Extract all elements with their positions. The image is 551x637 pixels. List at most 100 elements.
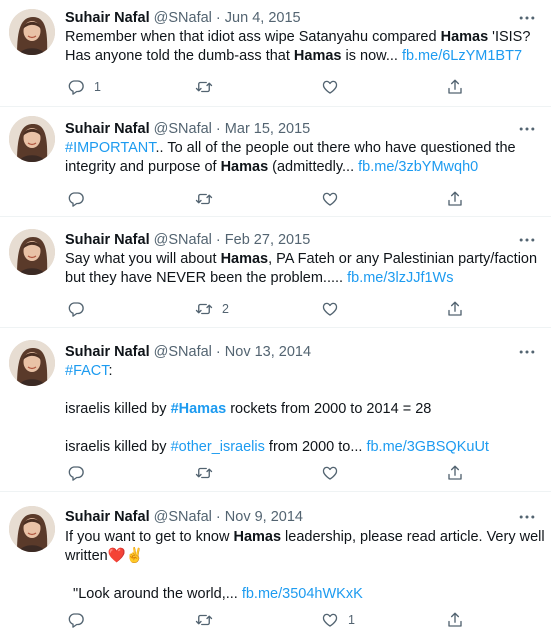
profile-photo [9, 116, 55, 162]
more-options-icon[interactable] [517, 507, 541, 527]
reply-icon [68, 466, 84, 481]
author-name[interactable]: Suhair Nafal [65, 121, 150, 137]
more-options-icon[interactable] [517, 342, 541, 362]
share-button[interactable] [446, 188, 464, 210]
tweet[interactable]: Suhair Nafal @SNafal · Mar 15, 2015 #IMP… [0, 107, 551, 217]
text-segment: written [65, 548, 108, 564]
more-options-icon[interactable] [517, 230, 541, 250]
author-handle[interactable]: @SNafal [154, 10, 212, 26]
tweet-date[interactable]: Mar 15, 2015 [225, 121, 310, 137]
hashtag-link[interactable]: #Hamas [171, 401, 227, 417]
ellipsis-icon [519, 350, 535, 354]
avatar[interactable] [9, 506, 55, 552]
reply-button[interactable] [67, 609, 94, 631]
tweet-header: Suhair Nafal @SNafal · Nov 13, 2014 [65, 342, 311, 362]
share-icon [448, 191, 462, 206]
profile-photo [9, 340, 55, 386]
ellipsis-icon [519, 515, 535, 519]
profile-photo [9, 229, 55, 275]
tweet[interactable]: Suhair Nafal @SNafal · Nov 13, 2014 #FAC… [0, 328, 551, 492]
text-segment: Hamas [293, 48, 342, 64]
text-segment: ❤️✌️ [107, 548, 144, 564]
text-segment: israelis killed by [65, 401, 171, 417]
heart-icon [322, 302, 338, 316]
author-handle[interactable]: @SNafal [154, 232, 212, 248]
heart-icon [322, 466, 338, 480]
share-button[interactable] [446, 76, 464, 98]
author-handle[interactable]: @SNafal [154, 121, 212, 137]
reply-button[interactable] [67, 188, 94, 210]
like-count: 1 [348, 613, 355, 627]
tweet[interactable]: Suhair Nafal @SNafal · Jun 4, 2015 Remem… [0, 0, 551, 107]
separator-dot: · [215, 232, 221, 248]
tweet-actions: 1 [56, 76, 536, 98]
more-options-icon[interactable] [517, 119, 541, 139]
text-segment: Has anyone told the dumb-ass that [65, 48, 294, 64]
avatar[interactable] [9, 9, 55, 55]
avatar[interactable] [9, 229, 55, 275]
retweet-count: 2 [222, 302, 229, 316]
tweet-text-line: Say what you will about Hamas, PA Fateh … [65, 250, 538, 269]
reply-icon [68, 302, 84, 317]
author-name[interactable]: Suhair Nafal [65, 509, 150, 525]
like-button[interactable] [321, 298, 348, 320]
retweet-button[interactable]: 2 [195, 298, 229, 320]
tweet-date[interactable]: Jun 4, 2015 [225, 10, 301, 26]
tweet-text-line [65, 381, 535, 400]
hashtag-link[interactable]: #FACT [65, 363, 109, 379]
text-segment: : [108, 363, 113, 379]
hashtag-link[interactable]: #IMPORTANT [65, 140, 156, 156]
text-segment: 'ISIS? [488, 29, 531, 45]
share-button[interactable] [446, 298, 464, 320]
author-name[interactable]: Suhair Nafal [65, 344, 150, 360]
like-button[interactable]: 1 [321, 609, 355, 631]
tweet-text: If you want to get to know Hamas leaders… [65, 528, 545, 604]
url-link[interactable]: fb.me/3GBSQKuUt [366, 439, 489, 455]
tweet-text-line: but they have NEVER been the problem....… [65, 269, 535, 288]
reply-icon [68, 613, 84, 628]
tweet-text: #FACT: israelis killed by #Hamas rockets … [65, 362, 535, 457]
more-options-icon[interactable] [517, 8, 541, 28]
tweet-date[interactable]: Nov 9, 2014 [225, 509, 303, 525]
text-segment: leadership, please read article. Very we… [281, 529, 545, 545]
hashtag-link[interactable]: #other_israelis [171, 439, 265, 455]
reply-icon [68, 80, 84, 95]
like-button[interactable] [321, 188, 348, 210]
url-link[interactable]: fb.me/3lzJJf1Ws [347, 270, 453, 286]
author-name[interactable]: Suhair Nafal [65, 232, 150, 248]
like-button[interactable] [321, 76, 348, 98]
author-name[interactable]: Suhair Nafal [65, 10, 150, 26]
share-icon [448, 465, 462, 480]
retweet-button[interactable] [195, 188, 222, 210]
url-link[interactable]: fb.me/3zbYMwqh0 [358, 159, 478, 175]
tweet-date[interactable]: Nov 13, 2014 [225, 344, 311, 360]
reply-button[interactable]: 1 [67, 76, 101, 98]
tweet-date[interactable]: Feb 27, 2015 [225, 232, 310, 248]
tweet[interactable]: Suhair Nafal @SNafal · Nov 9, 2014 If yo… [0, 492, 551, 637]
heart-icon [322, 613, 338, 627]
retweet-button[interactable] [195, 462, 222, 484]
avatar[interactable] [9, 116, 55, 162]
avatar[interactable] [9, 340, 55, 386]
reply-button[interactable] [67, 298, 94, 320]
text-segment: but they have NEVER been the problem....… [65, 270, 348, 286]
text-segment: (admittedly... [268, 159, 359, 175]
author-handle[interactable]: @SNafal [154, 509, 212, 525]
like-button[interactable] [321, 462, 348, 484]
reply-count: 1 [94, 80, 101, 94]
reply-button[interactable] [67, 462, 94, 484]
tweet[interactable]: Suhair Nafal @SNafal · Feb 27, 2015 Say … [0, 217, 551, 328]
share-icon [448, 301, 462, 316]
share-button[interactable] [446, 609, 464, 631]
share-button[interactable] [446, 462, 464, 484]
tweet-text: Remember when that idiot ass wipe Satany… [65, 28, 535, 66]
tweet-text: Say what you will about Hamas, PA Fateh … [65, 250, 538, 288]
url-link[interactable]: fb.me/6LzYM1BT7 [402, 48, 522, 64]
url-link[interactable]: fb.me/3504hWKxK [242, 586, 363, 602]
text-segment: , PA Fateh or any Palestinian party/fact… [268, 251, 538, 267]
retweet-button[interactable] [195, 76, 222, 98]
retweet-icon [195, 193, 213, 205]
separator-dot: · [215, 509, 221, 525]
author-handle[interactable]: @SNafal [154, 344, 212, 360]
retweet-button[interactable] [195, 609, 222, 631]
